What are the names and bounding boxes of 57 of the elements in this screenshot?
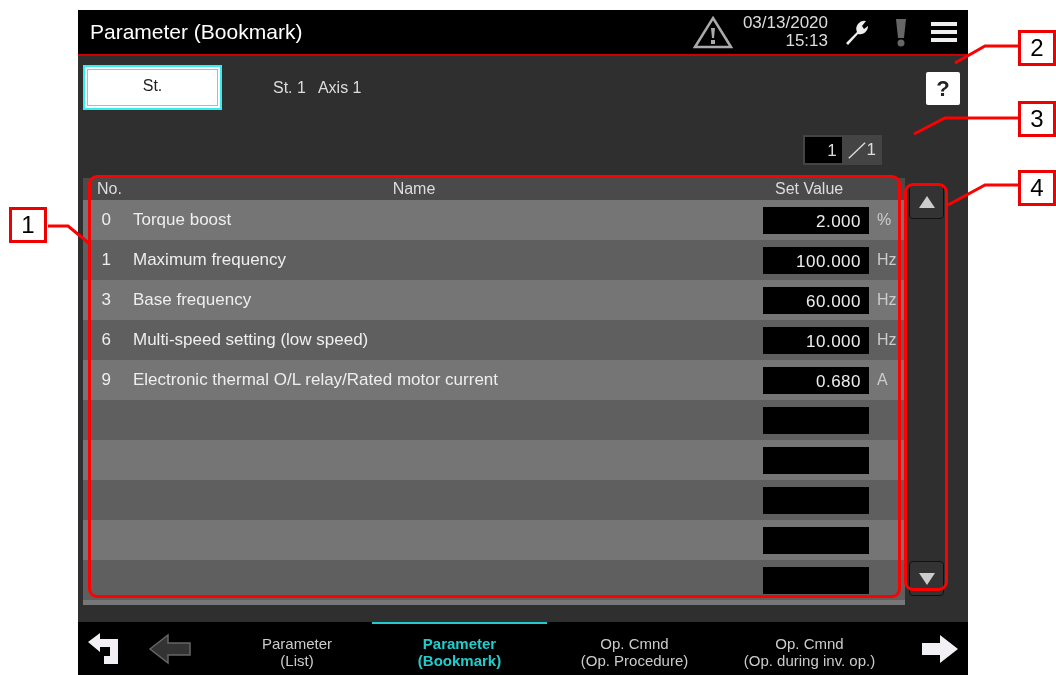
leader-line: [947, 183, 1018, 207]
station-label: St. 1: [273, 78, 306, 97]
unit-label: Hz: [876, 291, 898, 309]
parameter-name: Maximum frequency: [133, 250, 288, 270]
nav-tab[interactable]: Op. Cmnd (Op. during inv. op.): [722, 622, 897, 675]
parameter-number: 1: [100, 250, 112, 270]
parameter-number: 9: [100, 370, 112, 390]
date-text: 03/13/2020: [742, 14, 828, 32]
value-field[interactable]: 0.680: [763, 366, 869, 394]
unit-label: %: [876, 211, 893, 229]
column-header: No.: [96, 180, 123, 198]
callout-number: 3: [1018, 101, 1056, 137]
parameter-number: 3: [100, 290, 112, 310]
page-total: 1: [866, 140, 876, 160]
leader-line: [954, 44, 1018, 65]
nav-tab[interactable]: Parameter (Bookmark): [372, 622, 547, 675]
value-field[interactable]: [763, 526, 869, 554]
screen-title: Parameter (Bookmark): [90, 20, 304, 44]
column-header: Name: [391, 180, 437, 198]
callout-number: 1: [9, 207, 47, 243]
value-field[interactable]: [763, 406, 869, 434]
warning-icon[interactable]: [692, 15, 733, 49]
column-header: Set Value: [775, 180, 845, 198]
scroll-down-button[interactable]: [909, 561, 944, 596]
help-button[interactable]: ?: [926, 72, 960, 105]
value-field[interactable]: [763, 446, 869, 474]
station-button[interactable]: St.: [83, 65, 222, 110]
unit-label: A: [876, 371, 889, 389]
right-arrow-icon[interactable]: [920, 632, 960, 665]
parameter-name: Electronic thermal O/L relay/Rated motor current: [133, 370, 499, 390]
down-triangle-icon: [917, 571, 936, 586]
unit-label: Hz: [876, 251, 898, 269]
value-field[interactable]: [763, 566, 869, 594]
value-field[interactable]: 60.000: [763, 286, 869, 314]
parameter-number: 0: [100, 210, 112, 230]
callout-number: 4: [1018, 170, 1056, 206]
time-text: 15:13: [785, 32, 828, 50]
value-field[interactable]: 2.000: [763, 206, 869, 234]
up-triangle-icon: [917, 194, 936, 209]
parameter-name: Multi-speed setting (low speed): [133, 330, 370, 350]
nav-tab[interactable]: Op. Cmnd (Op. Procedure): [547, 622, 722, 675]
parameter-name: Torque boost: [133, 210, 233, 230]
value-field[interactable]: 100.000: [763, 246, 869, 274]
leader-line: [48, 224, 91, 246]
callout-number: 2: [1018, 30, 1056, 66]
slash-icon: [846, 139, 867, 161]
scroll-up-button[interactable]: [909, 184, 944, 219]
menu-icon[interactable]: [930, 20, 958, 44]
unit-label: Hz: [876, 331, 898, 349]
left-arrow-icon[interactable]: [148, 632, 192, 665]
value-field[interactable]: [763, 486, 869, 514]
axis-label: Axis 1: [317, 78, 362, 97]
page-field[interactable]: 1: [805, 137, 842, 163]
value-field[interactable]: 10.000: [763, 326, 869, 354]
parameter-number: 6: [100, 330, 112, 350]
parameter-name: Base frequency: [133, 290, 253, 310]
nav-tab[interactable]: Parameter (List): [222, 622, 372, 675]
